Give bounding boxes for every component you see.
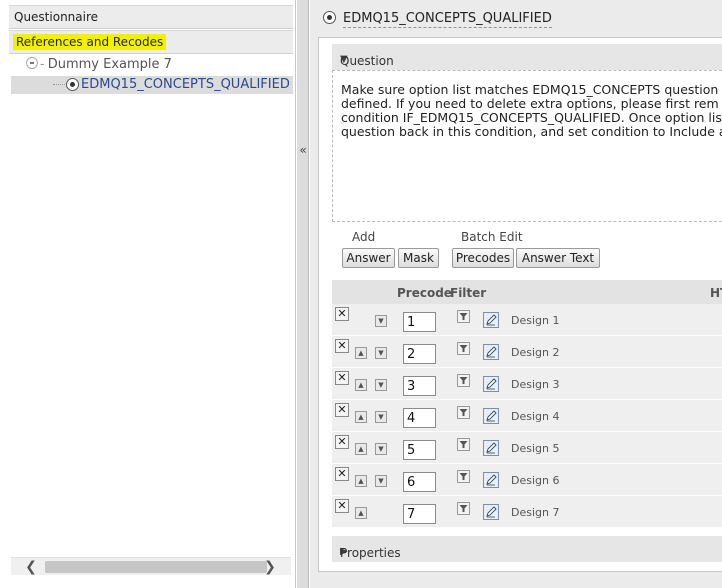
horizontal-scrollbar[interactable]: ❮ ❯ (11, 557, 291, 575)
edit-answer-icon[interactable] (483, 440, 499, 456)
question-editor-panel: EDMQ15_CONCEPTS_QUALIFIED ▼ Question Make… (310, 0, 722, 588)
edit-answer-icon[interactable] (483, 312, 499, 328)
delete-row-icon[interactable]: ✕ (335, 403, 349, 417)
scroll-left-icon[interactable]: ❮ (21, 558, 41, 576)
answer-text: Design 2 (511, 346, 560, 359)
filter-icon[interactable] (457, 438, 470, 451)
precode-input[interactable] (403, 376, 436, 396)
tree-connector (53, 84, 65, 85)
table-row: ✕ ▲ ▼ Design 2 (332, 336, 722, 368)
panel-splitter[interactable]: « (297, 0, 309, 588)
tree-item-label: Dummy Example 7 (47, 57, 172, 72)
filter-icon[interactable] (457, 374, 470, 387)
questionnaire-header[interactable]: Questionnaire (9, 5, 293, 29)
answers-table-header: Precode Filter HT (332, 280, 722, 304)
tree-item-selected-question[interactable]: EDMQ15_CONCEPTS_QUALIFIED (11, 76, 293, 94)
question-name[interactable]: EDMQ15_CONCEPTS_QUALIFIED (343, 11, 552, 28)
move-up-icon[interactable]: ▲ (355, 443, 367, 455)
move-up-icon[interactable]: ▲ (355, 475, 367, 487)
delete-row-icon[interactable]: ✕ (335, 435, 349, 449)
filter-icon[interactable] (457, 470, 470, 483)
move-down-icon[interactable]: ▼ (375, 443, 387, 455)
move-down-icon[interactable]: ▼ (375, 411, 387, 423)
question-radio-icon (66, 78, 79, 91)
table-row: ✕ ▲ Design 7 (332, 496, 722, 528)
answer-text: Design 3 (511, 378, 560, 391)
column-header-precode: Precode (397, 286, 452, 300)
scrollbar-thumb[interactable] (45, 561, 267, 573)
question-text-area[interactable]: Make sure option list matches EDMQ15_CON… (332, 70, 722, 222)
edit-answer-icon[interactable] (483, 344, 499, 360)
questionnaire-header-label: Questionnaire (14, 10, 99, 24)
question-title: EDMQ15_CONCEPTS_QUALIFIED (323, 11, 552, 28)
move-up-icon[interactable]: ▲ (355, 507, 367, 519)
column-header-filter: Filter (450, 286, 487, 300)
section-label: Question (340, 54, 394, 68)
precode-input[interactable] (403, 504, 436, 524)
precode-input[interactable] (403, 440, 436, 460)
table-row: ✕ ▲ ▼ Design 5 (332, 432, 722, 464)
move-up-icon[interactable]: ▲ (355, 411, 367, 423)
delete-row-icon[interactable]: ✕ (335, 467, 349, 481)
add-answer-button[interactable]: Answer (342, 248, 395, 268)
filter-icon[interactable] (457, 406, 470, 419)
question-radio-icon (323, 11, 336, 24)
references-header-label: References and Recodes (13, 34, 167, 50)
move-down-icon[interactable]: ▼ (375, 347, 387, 359)
properties-section-header[interactable]: ▶ Properties (332, 536, 722, 562)
collapse-toggle-icon[interactable] (26, 57, 38, 69)
edit-answer-icon[interactable] (483, 408, 499, 424)
delete-row-icon[interactable]: ✕ (335, 499, 349, 513)
batch-precodes-button[interactable]: Precodes (452, 248, 514, 268)
filter-icon[interactable] (457, 502, 470, 515)
edit-answer-icon[interactable] (483, 504, 499, 520)
column-header-html: HT (710, 286, 722, 300)
table-row: ✕ ▲ ▼ Design 4 (332, 400, 722, 432)
answer-text: Design 1 (511, 314, 560, 327)
move-up-icon[interactable]: ▲ (355, 347, 367, 359)
question-text: Make sure option list matches EDMQ15_CON… (341, 82, 722, 139)
precode-input[interactable] (403, 344, 436, 364)
filter-icon[interactable] (457, 342, 470, 355)
answer-text: Design 6 (511, 474, 560, 487)
collapse-panel-icon[interactable]: « (297, 143, 309, 159)
move-down-icon[interactable]: ▼ (375, 475, 387, 487)
precode-input[interactable] (403, 472, 436, 492)
move-down-icon[interactable]: ▼ (375, 379, 387, 391)
edit-answer-icon[interactable] (483, 376, 499, 392)
scroll-right-icon[interactable]: ❯ (260, 558, 280, 576)
questionnaire-panel: Questionnaire References and Recodes - Du… (0, 0, 296, 588)
question-section-header[interactable]: ▼ Question (332, 44, 722, 70)
filter-icon[interactable] (457, 310, 470, 323)
table-row: ✕ ▲ ▼ Design 6 (332, 464, 722, 496)
tree-item-label: EDMQ15_CONCEPTS_QUALIFIED (81, 77, 290, 92)
answer-text: Design 7 (511, 506, 560, 519)
section-label: Properties (340, 546, 401, 560)
add-group-label: Add (352, 230, 376, 244)
batch-edit-group-label: Batch Edit (461, 230, 523, 244)
edit-answer-icon[interactable] (483, 472, 499, 488)
delete-row-icon[interactable]: ✕ (335, 371, 349, 385)
question-card: ▼ Question Make sure option list matches … (318, 37, 722, 572)
references-header[interactable]: References and Recodes (9, 30, 293, 54)
delete-row-icon[interactable]: ✕ (335, 339, 349, 353)
tree-item-dummy-example[interactable]: - Dummy Example 7 (26, 57, 172, 72)
table-row: ✕ ▼ Design 1 (332, 304, 722, 336)
answer-text: Design 4 (511, 410, 560, 423)
move-up-icon[interactable]: ▲ (355, 379, 367, 391)
move-down-icon[interactable]: ▼ (375, 315, 387, 327)
answer-text: Design 5 (511, 442, 560, 455)
batch-answer-text-button[interactable]: Answer Text (516, 248, 600, 268)
precode-input[interactable] (403, 312, 436, 332)
add-mask-button[interactable]: Mask (398, 248, 439, 268)
table-row: ✕ ▲ ▼ Design 3 (332, 368, 722, 400)
delete-row-icon[interactable]: ✕ (335, 307, 349, 321)
precode-input[interactable] (403, 408, 436, 428)
